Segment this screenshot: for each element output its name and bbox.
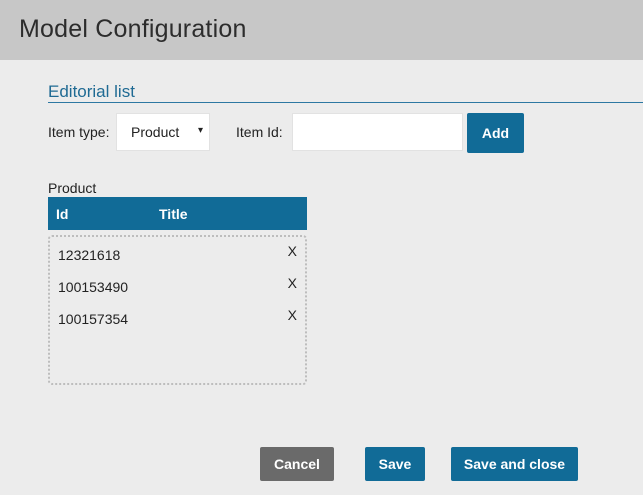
section-divider xyxy=(48,102,643,103)
item-id: 12321618 xyxy=(58,247,121,263)
save-and-close-button[interactable]: Save and close xyxy=(451,447,578,481)
item-id: 100153490 xyxy=(58,279,129,295)
page-title: Model Configuration xyxy=(19,15,247,43)
remove-item-button[interactable]: X xyxy=(288,243,297,259)
remove-item-button[interactable]: X xyxy=(288,307,297,323)
cancel-button[interactable]: Cancel xyxy=(260,447,334,481)
list-item: 100157354 X xyxy=(50,303,305,331)
table-caption: Product xyxy=(48,180,97,196)
column-header-id: Id xyxy=(56,206,69,222)
item-id-label: Item Id: xyxy=(236,124,283,140)
title-bar: Model Configuration xyxy=(0,0,643,60)
table-header: Id Title xyxy=(48,197,307,230)
item-list: 12321618 X 100153490 X 100157354 X xyxy=(48,235,307,385)
section-title: Editorial list xyxy=(48,82,135,101)
item-id: 100157354 xyxy=(58,311,129,327)
item-type-select[interactable]: Product ▾ xyxy=(116,113,210,151)
list-item: 12321618 X xyxy=(50,239,305,267)
list-item: 100153490 X xyxy=(50,271,305,299)
chevron-down-icon: ▾ xyxy=(197,125,203,136)
column-header-title: Title xyxy=(159,206,188,222)
save-button[interactable]: Save xyxy=(365,447,425,481)
item-type-value: Product xyxy=(131,124,180,140)
item-id-input[interactable] xyxy=(292,113,463,151)
item-type-label: Item type: xyxy=(48,124,110,140)
remove-item-button[interactable]: X xyxy=(288,275,297,291)
add-button[interactable]: Add xyxy=(467,113,524,153)
